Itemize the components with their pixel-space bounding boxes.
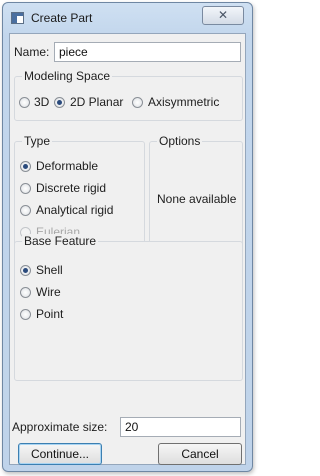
radio-3d[interactable] bbox=[19, 97, 30, 108]
radio-shell[interactable] bbox=[20, 265, 31, 276]
radio-point[interactable] bbox=[20, 309, 31, 320]
radio-analytical-rigid-label[interactable]: Analytical rigid bbox=[36, 203, 113, 217]
approximate-size-field[interactable] bbox=[120, 417, 241, 437]
radio-deformable-label[interactable]: Deformable bbox=[36, 159, 98, 173]
radio-deformable[interactable] bbox=[20, 161, 31, 172]
radio-discrete-rigid[interactable] bbox=[20, 183, 31, 194]
name-label: Name: bbox=[14, 45, 50, 59]
close-button[interactable]: ✕ bbox=[202, 6, 244, 25]
radio-axisymmetric-label[interactable]: Axisymmetric bbox=[148, 95, 219, 109]
cancel-button[interactable]: Cancel bbox=[158, 443, 242, 465]
options-label: Options bbox=[157, 134, 203, 148]
radio-discrete-rigid-label[interactable]: Discrete rigid bbox=[36, 181, 106, 195]
modeling-space-group: Modeling Space 3D 2D Planar Axisymmetric bbox=[14, 69, 243, 121]
radio-3d-label[interactable]: 3D bbox=[34, 95, 49, 109]
app-window-icon bbox=[11, 12, 24, 24]
radio-2d-planar[interactable] bbox=[54, 97, 65, 108]
modeling-space-label: Modeling Space bbox=[22, 69, 113, 83]
close-icon: ✕ bbox=[217, 8, 229, 22]
base-feature-group: Base Feature Shell Wire Point bbox=[14, 234, 243, 381]
dialog-title: Create Part bbox=[31, 11, 93, 25]
radio-wire-label[interactable]: Wire bbox=[36, 285, 61, 299]
dialog-body: Name: Modeling Space 3D 2D Planar Axisym… bbox=[9, 33, 246, 465]
base-feature-label: Base Feature bbox=[22, 234, 99, 248]
radio-point-label[interactable]: Point bbox=[36, 307, 63, 321]
title-bar[interactable]: Create Part ✕ bbox=[3, 3, 252, 33]
radio-shell-label[interactable]: Shell bbox=[36, 263, 63, 277]
radio-analytical-rigid[interactable] bbox=[20, 205, 31, 216]
create-part-dialog: Create Part ✕ Name: Modeling Space 3D 2D… bbox=[2, 2, 253, 472]
approximate-size-label: Approximate size: bbox=[12, 420, 108, 434]
name-field[interactable] bbox=[54, 42, 241, 62]
radio-2d-planar-label[interactable]: 2D Planar bbox=[70, 95, 123, 109]
type-label: Type bbox=[22, 134, 53, 148]
continue-button[interactable]: Continue... bbox=[18, 443, 102, 465]
radio-wire[interactable] bbox=[20, 287, 31, 298]
options-none-available: None available bbox=[157, 192, 237, 206]
radio-axisymmetric[interactable] bbox=[132, 97, 143, 108]
options-group: Options None available bbox=[149, 134, 243, 254]
